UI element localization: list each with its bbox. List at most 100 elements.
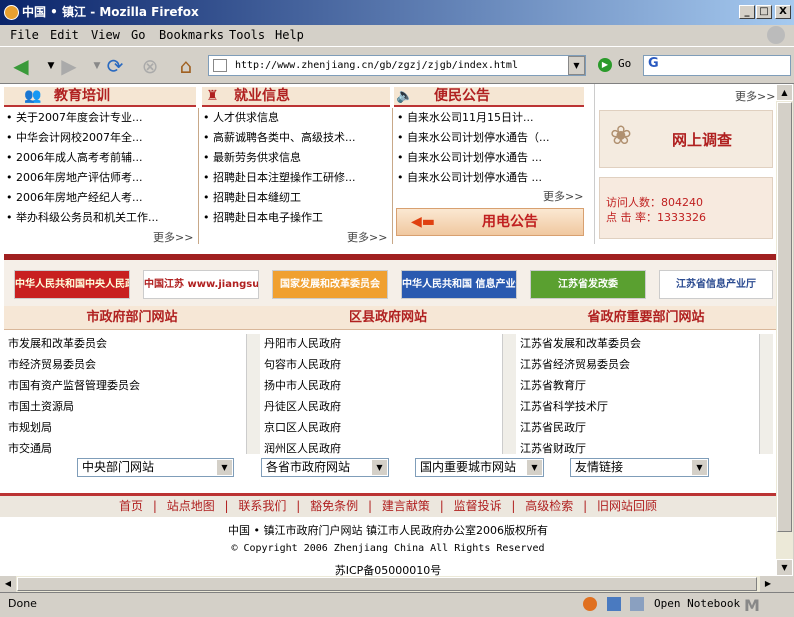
maximize-button[interactable]: □ [756, 5, 772, 19]
menu-go[interactable]: Go [131, 27, 145, 43]
menu-edit[interactable]: Edit [50, 27, 79, 43]
footer-copyright-en: © Copyright 2006 Zhenjiang China All Rig… [231, 543, 545, 554]
list-item[interactable]: 市国土资源局 [8, 396, 244, 417]
firefox-app-icon [4, 5, 19, 20]
power-notice-button[interactable]: ◀▬ 用电公告 [396, 208, 584, 236]
go-arrow-icon[interactable]: ▶ [598, 58, 612, 72]
list-item[interactable]: • 人才供求信息 [203, 108, 388, 128]
list-item[interactable]: • 自来水公司计划停水通告（... [397, 128, 584, 148]
major-cities-select[interactable]: 国内重要城市网站 ▼ [415, 458, 544, 477]
scrollbar-thumb[interactable] [777, 102, 792, 532]
list-item[interactable]: • 关于2007年度会计专业... [6, 108, 196, 128]
county-list-scrollbar[interactable] [502, 334, 516, 454]
extension-icon[interactable] [607, 597, 621, 611]
provincial-gov-select[interactable]: 各省市政府网站 ▼ [261, 458, 389, 477]
plum-blossom-icon: ❀ [610, 121, 632, 151]
list-item[interactable]: 市经济贸易委员会 [8, 354, 244, 375]
province-list-scrollbar[interactable] [759, 334, 773, 454]
forward-arrow-icon[interactable]: ▶ [56, 53, 82, 79]
central-gov-banner[interactable]: 中华人民共和国中央人民政府 [14, 270, 130, 299]
footer-link-suggestions[interactable]: 建言献策 [382, 499, 430, 513]
hscrollbar-thumb[interactable] [17, 577, 757, 591]
list-item[interactable]: • 招聘赴日本电子操作工 [203, 208, 388, 228]
footer-link-contact[interactable]: 联系我们 [238, 499, 286, 513]
central-depts-select[interactable]: 中央部门网站 ▼ [77, 458, 234, 477]
list-item[interactable]: 润州区人民政府 [264, 438, 500, 455]
list-item[interactable]: 京口区人民政府 [264, 417, 500, 438]
education-more-link[interactable]: 更多>> [153, 229, 193, 245]
throbber-icon [767, 26, 785, 44]
jobs-list: • 人才供求信息 • 高薪诚聘各类中、高级技术... • 最新劳务供求信息 • … [203, 108, 388, 228]
right-sidebar: 更多>> ❀ 网上调查 访问人数：804240 点 击 率：1333326 [594, 84, 776, 244]
back-arrow-icon[interactable]: ◀ [8, 53, 34, 79]
list-item[interactable]: 市交通局 [8, 438, 244, 455]
menu-help[interactable]: Help [275, 27, 304, 43]
search-input[interactable]: G [643, 55, 791, 76]
address-dropdown-icon[interactable]: ▼ [568, 56, 585, 75]
footer-link-advanced-search[interactable]: 高级检索 [525, 499, 573, 513]
list-item[interactable]: 市规划局 [8, 417, 244, 438]
notices-more-link[interactable]: 更多>> [543, 188, 583, 204]
go-button[interactable]: Go [618, 57, 631, 70]
city-depts-list: 市发展和改革委员会 市经济贸易委员会 市国有资产监督管理委员会 市国土资源局 市… [8, 333, 244, 455]
list-item[interactable]: 扬中市人民政府 [264, 375, 500, 396]
list-item[interactable]: 江苏省科学技术厅 [520, 396, 756, 417]
list-item[interactable]: 市发展和改革委员会 [8, 333, 244, 354]
notebook-icon[interactable] [630, 597, 644, 611]
city-list-scrollbar[interactable] [246, 334, 260, 454]
page-favicon-icon [213, 59, 227, 72]
sidebar-more-link[interactable]: 更多>> [735, 88, 775, 104]
stop-icon[interactable]: ⊗ [137, 53, 163, 79]
jiangsu-drc-banner[interactable]: 江苏省发改委 [530, 270, 646, 299]
menu-tools[interactable]: Tools [229, 27, 265, 43]
list-item[interactable]: • 自来水公司11月15日计... [397, 108, 584, 128]
list-item[interactable]: • 2006年房地产经纪人考... [6, 188, 196, 208]
list-item[interactable]: • 2006年房地产评估师考... [6, 168, 196, 188]
footer-nav: 首页 | 站点地图 | 联系我们 | 豁免条例 | 建言献策 | 监督投诉 | … [0, 493, 776, 517]
list-item[interactable]: 丹阳市人民政府 [264, 333, 500, 354]
footer-link-sitemap[interactable]: 站点地图 [167, 499, 215, 513]
friendly-links-select[interactable]: 友情链接 ▼ [570, 458, 709, 477]
close-button[interactable]: X [775, 5, 791, 19]
list-item[interactable]: • 招聘赴日本注塑操作工研修... [203, 168, 388, 188]
list-item[interactable]: • 最新劳务供求信息 [203, 148, 388, 168]
page-vertical-scrollbar[interactable]: ▲ ▼ [776, 84, 793, 576]
menu-view[interactable]: View [91, 27, 120, 43]
list-item[interactable]: • 2006年成人高考考前辅... [6, 148, 196, 168]
jobs-more-link[interactable]: 更多>> [347, 229, 387, 245]
list-item[interactable]: 江苏省民政厅 [520, 417, 756, 438]
footer-link-disclaimer[interactable]: 豁免条例 [310, 499, 358, 513]
county-gov-list: 丹阳市人民政府 句容市人民政府 扬中市人民政府 丹徒区人民政府 京口区人民政府 … [264, 333, 500, 455]
footer-link-old-site[interactable]: 旧网站回顾 [597, 499, 657, 513]
minimize-button[interactable]: _ [739, 5, 755, 19]
list-item[interactable]: 句容市人民政府 [264, 354, 500, 375]
jobs-title: 就业信息 [234, 88, 290, 104]
footer-link-home[interactable]: 首页 [119, 499, 143, 513]
home-icon[interactable]: ⌂ [173, 53, 199, 79]
list-item[interactable]: 江苏省财政厅 [520, 438, 756, 455]
jiangsu-info-banner[interactable]: 江苏省信息产业厅 [659, 270, 773, 299]
mii-banner[interactable]: 中华人民共和国 信息产业部 [401, 270, 517, 299]
list-item[interactable]: 江苏省经济贸易委员会 [520, 354, 756, 375]
ndrc-banner[interactable]: 国家发展和改革委员会 [272, 270, 388, 299]
survey-banner[interactable]: ❀ 网上调查 [599, 110, 773, 168]
menu-bookmarks[interactable]: Bookmarks [159, 27, 224, 43]
address-bar[interactable]: http://www.zhenjiang.cn/gb/zgzj/zjgb/ind… [208, 55, 586, 76]
menu-file[interactable]: File [10, 27, 39, 43]
list-item[interactable]: • 自来水公司计划停水通告 ... [397, 168, 584, 188]
list-item[interactable]: • 中华会计网校2007年全... [6, 128, 196, 148]
reload-icon[interactable]: ⟳ [102, 53, 128, 79]
list-item[interactable]: • 高薪诚聘各类中、高级技术... [203, 128, 388, 148]
open-notebook-button[interactable]: Open Notebook [654, 593, 740, 615]
list-item[interactable]: • 举办科级公务员和机关工作... [6, 208, 196, 228]
jiangsu-banner[interactable]: 中国江苏 www.jiangsu.gov.cn [143, 270, 259, 299]
list-item[interactable]: 江苏省教育厅 [520, 375, 756, 396]
gmail-icon[interactable]: M [744, 595, 760, 617]
footer-link-complaints[interactable]: 监督投诉 [454, 499, 502, 513]
list-item[interactable]: • 自来水公司计划停水通告 ... [397, 148, 584, 168]
page-horizontal-scrollbar[interactable]: ◀ ▶ [0, 576, 776, 592]
list-item[interactable]: • 招聘赴日本缝纫工 [203, 188, 388, 208]
list-item[interactable]: 市国有资产监督管理委员会 [8, 375, 244, 396]
list-item[interactable]: 江苏省发展和改革委员会 [520, 333, 756, 354]
list-item[interactable]: 丹徒区人民政府 [264, 396, 500, 417]
